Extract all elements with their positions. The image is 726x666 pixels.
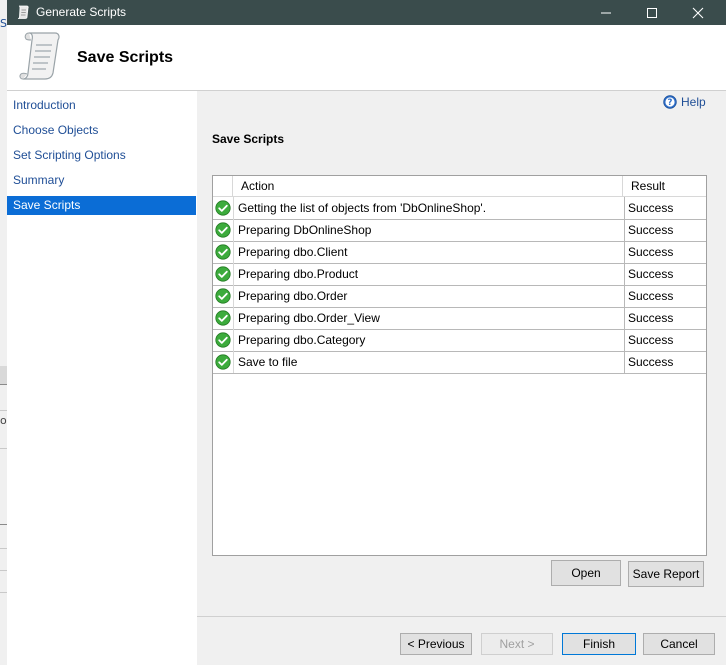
- success-check-icon: [214, 200, 231, 216]
- previous-button[interactable]: < Previous: [400, 633, 472, 655]
- action-cell: Preparing dbo.Client: [233, 241, 623, 263]
- title-bar[interactable]: Generate Scripts: [7, 0, 726, 25]
- row-icon-cell: [213, 285, 232, 307]
- results-grid: Action Result Getting the list of object…: [212, 175, 707, 556]
- grid-header: Action Result: [213, 176, 706, 197]
- nav-item-set-scripting-options[interactable]: Set Scripting Options: [7, 146, 196, 165]
- window-title: Generate Scripts: [36, 5, 127, 19]
- help-icon: ?: [663, 95, 677, 109]
- grid-header-icon-column: [213, 176, 233, 196]
- background-divider: [0, 410, 7, 411]
- success-check-icon: [214, 332, 231, 348]
- action-cell: Save to file: [233, 351, 623, 373]
- maximize-button[interactable]: [629, 0, 675, 25]
- background-selection: [0, 366, 7, 384]
- table-row[interactable]: Save to file Success: [213, 351, 706, 374]
- table-row[interactable]: Preparing DbOnlineShop Success: [213, 219, 706, 242]
- table-row[interactable]: Preparing dbo.Client Success: [213, 241, 706, 264]
- minimize-icon: [601, 12, 611, 13]
- row-icon-cell: [213, 263, 232, 285]
- close-icon: [692, 7, 704, 18]
- table-row[interactable]: Preparing dbo.Category Success: [213, 329, 706, 352]
- next-button[interactable]: Next >: [481, 633, 553, 655]
- action-cell: Preparing dbo.Product: [233, 263, 623, 285]
- action-cell: Preparing DbOnlineShop: [233, 219, 623, 241]
- result-cell: Success: [624, 307, 706, 329]
- generate-scripts-dialog: Generate Scripts Save Scripts Introducti…: [7, 0, 726, 665]
- help-link[interactable]: ? Help: [663, 95, 706, 109]
- result-cell: Success: [624, 241, 706, 263]
- background-divider: [0, 448, 7, 449]
- table-row[interactable]: Preparing dbo.Product Success: [213, 263, 706, 286]
- result-cell: Success: [624, 263, 706, 285]
- close-button[interactable]: [675, 0, 721, 25]
- background-divider: [0, 592, 7, 593]
- action-cell: Preparing dbo.Order: [233, 285, 623, 307]
- nav-item-choose-objects[interactable]: Choose Objects: [7, 121, 196, 140]
- background-text-fragment: o: [0, 414, 7, 427]
- table-row[interactable]: Preparing dbo.Order_View Success: [213, 307, 706, 330]
- column-header-action[interactable]: Action: [233, 176, 623, 196]
- result-cell: Success: [624, 219, 706, 241]
- nav-item-save-scripts[interactable]: Save Scripts: [7, 196, 196, 215]
- result-cell: Success: [624, 351, 706, 373]
- cancel-button[interactable]: Cancel: [643, 633, 715, 655]
- row-icon-cell: [213, 329, 232, 351]
- success-check-icon: [214, 288, 231, 304]
- table-row[interactable]: Getting the list of objects from 'DbOnli…: [213, 197, 706, 220]
- action-cell: Preparing dbo.Order_View: [233, 307, 623, 329]
- result-cell: Success: [624, 285, 706, 307]
- nav-item-introduction[interactable]: Introduction: [7, 96, 196, 115]
- background-app-edge: [0, 0, 7, 665]
- open-button[interactable]: Open: [551, 560, 621, 586]
- background-divider: [0, 524, 7, 525]
- wizard-content: ? Help Save Scripts Action Result Gettin…: [197, 91, 726, 665]
- table-row[interactable]: Preparing dbo.Order Success: [213, 285, 706, 308]
- minimize-button[interactable]: [583, 0, 629, 25]
- background-divider: [0, 570, 7, 571]
- result-cell: Success: [624, 329, 706, 351]
- row-icon-cell: [213, 351, 232, 373]
- success-check-icon: [214, 354, 231, 370]
- background-divider: [0, 548, 7, 549]
- svg-text:?: ?: [668, 98, 673, 108]
- success-check-icon: [214, 266, 231, 282]
- row-icon-cell: [213, 219, 232, 241]
- page-title: Save Scripts: [77, 49, 174, 66]
- wizard-footer: < Previous Next > Finish Cancel: [197, 616, 726, 666]
- finish-button[interactable]: Finish: [562, 633, 636, 655]
- nav-item-summary[interactable]: Summary: [7, 171, 196, 190]
- background-text-fragment: S: [0, 17, 7, 30]
- section-title: Save Scripts: [212, 132, 285, 146]
- script-scroll-icon: [17, 5, 29, 19]
- result-cell: Success: [624, 197, 706, 219]
- column-header-result[interactable]: Result: [624, 176, 706, 196]
- success-check-icon: [214, 310, 231, 326]
- script-scroll-icon: [19, 32, 60, 80]
- help-label: Help: [681, 95, 706, 109]
- success-check-icon: [214, 222, 231, 238]
- row-icon-cell: [213, 241, 232, 263]
- maximize-icon: [647, 7, 657, 18]
- row-icon-cell: [213, 197, 232, 219]
- row-icon-cell: [213, 307, 232, 329]
- action-cell: Getting the list of objects from 'DbOnli…: [233, 197, 623, 219]
- success-check-icon: [214, 244, 231, 260]
- action-cell: Preparing dbo.Category: [233, 329, 623, 351]
- wizard-nav: Introduction Choose Objects Set Scriptin…: [7, 91, 197, 665]
- background-divider: [0, 384, 7, 385]
- wizard-header: Save Scripts: [7, 25, 726, 91]
- save-report-button[interactable]: Save Report: [628, 561, 704, 587]
